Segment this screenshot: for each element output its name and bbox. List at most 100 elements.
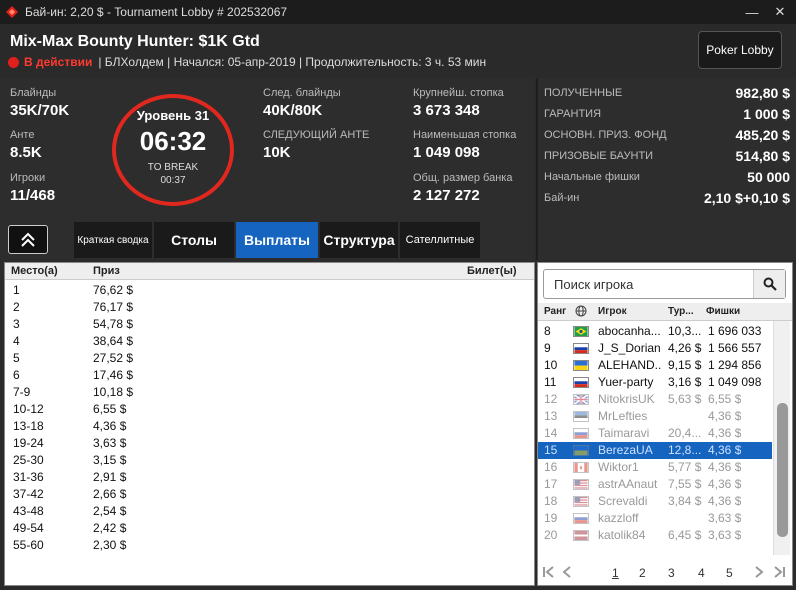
payout-prize: 76,62 $ (93, 283, 134, 297)
player-row[interactable]: 8 abocanha... 10,3... 1 696 033 (538, 323, 772, 340)
player-row[interactable]: 9 J_S_Dorian 4,26 $ 1 566 557 (538, 340, 772, 357)
player-rank: 20 (544, 528, 558, 542)
player-row[interactable]: 11 Yuer-party 3,16 $ 1 049 098 (538, 374, 772, 391)
payout-place: 2 (13, 300, 20, 314)
next-ante-label: СЛЕДУЮЩИЙ АНТЕ (263, 129, 370, 141)
next-page-icon[interactable] (754, 566, 764, 581)
payout-place: 7-9 (13, 385, 31, 399)
payout-prize: 76,17 $ (93, 300, 134, 314)
payout-prize: 2,30 $ (93, 538, 127, 552)
next-blinds-value: 40K/80K (263, 102, 323, 119)
prize-row: ПОЛУЧЕННЫЕ 982,80 $ (544, 84, 790, 104)
search-input[interactable]: Поиск игрока (554, 277, 633, 292)
player-name: Screvaldi (598, 494, 648, 508)
player-rank: 13 (544, 409, 558, 423)
player-row[interactable]: 15 BerezaUA 12,8... 4,36 $ (538, 442, 772, 459)
players-panel: Поиск игрока Ранг Игрок Тур... Фишки 8 ab… (537, 262, 793, 586)
player-search[interactable]: Поиск игрока (543, 269, 786, 299)
ante-stat: Анте 8.5K (10, 129, 42, 161)
column-tour[interactable]: Тур... (668, 306, 694, 317)
prize-label: ОСНОВН. ПРИЗ. ФОНД (544, 129, 667, 141)
collapse-info-button[interactable] (8, 225, 48, 254)
poker-lobby-button[interactable]: Poker Lobby (698, 31, 782, 69)
usa-flag-icon (573, 496, 589, 507)
tab-payouts[interactable]: Выплаты (236, 222, 318, 258)
next-ante-value: 10K (263, 144, 291, 161)
players-table-header: Ранг Игрок Тур... Фишки (538, 303, 792, 321)
payout-prize: 54,78 $ (93, 317, 134, 331)
player-name: Yuer-party (598, 375, 654, 389)
blinds-stat: Блайнды 35K/70K (10, 87, 69, 119)
player-row[interactable]: 17 astrAAnaut 7,55 $ 4,36 $ (538, 476, 772, 493)
payout-place: 49-54 (13, 521, 44, 535)
payout-row: 7-9 10,18 $ (5, 384, 534, 401)
to-break-label: TO BREAK (147, 162, 199, 173)
player-chips: 4,36 $ (708, 460, 742, 474)
scrollbar-thumb[interactable] (777, 403, 788, 537)
status-dot-icon (8, 56, 19, 68)
last-page-icon[interactable] (772, 566, 786, 581)
column-tickets[interactable]: Билет(ы) (467, 265, 517, 277)
column-prize[interactable]: Приз (93, 265, 120, 277)
prize-label: ГАРАНТИЯ (544, 108, 602, 120)
first-page-icon[interactable] (542, 566, 556, 581)
payout-row: 10-12 6,55 $ (5, 401, 534, 418)
player-rank: 19 (544, 511, 558, 525)
players-scrollbar[interactable] (773, 321, 790, 555)
payout-prize: 10,18 $ (93, 385, 134, 399)
tab-summary[interactable]: Краткая сводка (74, 222, 152, 258)
largest-stack-value: 3 673 348 (413, 102, 480, 119)
player-row[interactable]: 13 MrLefties 4,36 $ (538, 408, 772, 425)
ukraine-flag-icon (573, 360, 589, 371)
player-rank: 17 (544, 477, 558, 491)
payout-row: 25-30 3,15 $ (5, 452, 534, 469)
status-text: В действии (24, 55, 93, 69)
tab-satellites[interactable]: Сателлитные (400, 222, 480, 258)
payout-place: 3 (13, 317, 20, 331)
player-row[interactable]: 10 ALEHAND... 9,15 $ 1 294 856 (538, 357, 772, 374)
tab-structure[interactable]: Структура (320, 222, 398, 258)
player-rank: 10 (544, 358, 558, 372)
page-2[interactable]: 2 (639, 566, 646, 580)
column-player[interactable]: Игрок (598, 306, 627, 317)
player-tour: 3,16 $ (668, 375, 702, 389)
page-5[interactable]: 5 (726, 566, 733, 580)
payout-prize: 38,64 $ (93, 334, 134, 348)
page-4[interactable]: 4 (698, 566, 705, 580)
payout-place: 43-48 (13, 504, 44, 518)
minimize-icon[interactable]: — (738, 0, 766, 24)
to-break-time: 00:37 (160, 175, 186, 186)
payout-place: 4 (13, 334, 20, 348)
largest-stack-label: Крупнейш. стопка (413, 87, 504, 99)
player-row[interactable]: 12 NitokrisUK 5,63 $ 6,55 $ (538, 391, 772, 408)
player-row[interactable]: 16 Wiktor1 5,77 $ 4,36 $ (538, 459, 772, 476)
page-3[interactable]: 3 (668, 566, 675, 580)
player-name: Taimaravi (598, 426, 650, 440)
russia-flag-icon (573, 343, 589, 354)
globe-icon[interactable] (575, 305, 587, 320)
close-icon[interactable]: ✕ (766, 0, 794, 24)
prize-value: 514,80 $ (735, 148, 791, 164)
player-row[interactable]: 18 Screvaldi 3,84 $ 4,36 $ (538, 493, 772, 510)
tab-tables[interactable]: Столы (154, 222, 234, 258)
player-rank: 12 (544, 392, 558, 406)
player-chips: 1 566 557 (708, 341, 762, 355)
column-place[interactable]: Место(а) (11, 265, 58, 277)
prize-row: ПРИЗОВЫЕ БАУНТИ 514,80 $ (544, 147, 790, 167)
page-1[interactable]: 1 (612, 566, 619, 580)
player-row[interactable]: 14 Taimaravi 20,4... 4,36 $ (538, 425, 772, 442)
total-pot-stat: Общ. размер банка 2 127 272 (413, 172, 512, 204)
prev-page-icon[interactable] (562, 566, 572, 581)
payout-row: 49-54 2,42 $ (5, 520, 534, 537)
payout-prize: 3,15 $ (93, 453, 127, 467)
search-button[interactable] (753, 270, 785, 298)
player-name: J_S_Dorian (598, 341, 661, 355)
player-rank: 9 (544, 341, 551, 355)
player-row[interactable]: 19 kazzloff 3,63 $ (538, 510, 772, 527)
player-row[interactable]: 20 katolik84 6,45 $ 3,63 $ (538, 527, 772, 544)
ukraine-flag-icon (573, 445, 589, 456)
search-icon (763, 277, 777, 291)
column-chips[interactable]: Фишки (706, 306, 740, 317)
prize-label: ПРИЗОВЫЕ БАУНТИ (544, 150, 654, 162)
column-rank[interactable]: Ранг (544, 306, 566, 317)
